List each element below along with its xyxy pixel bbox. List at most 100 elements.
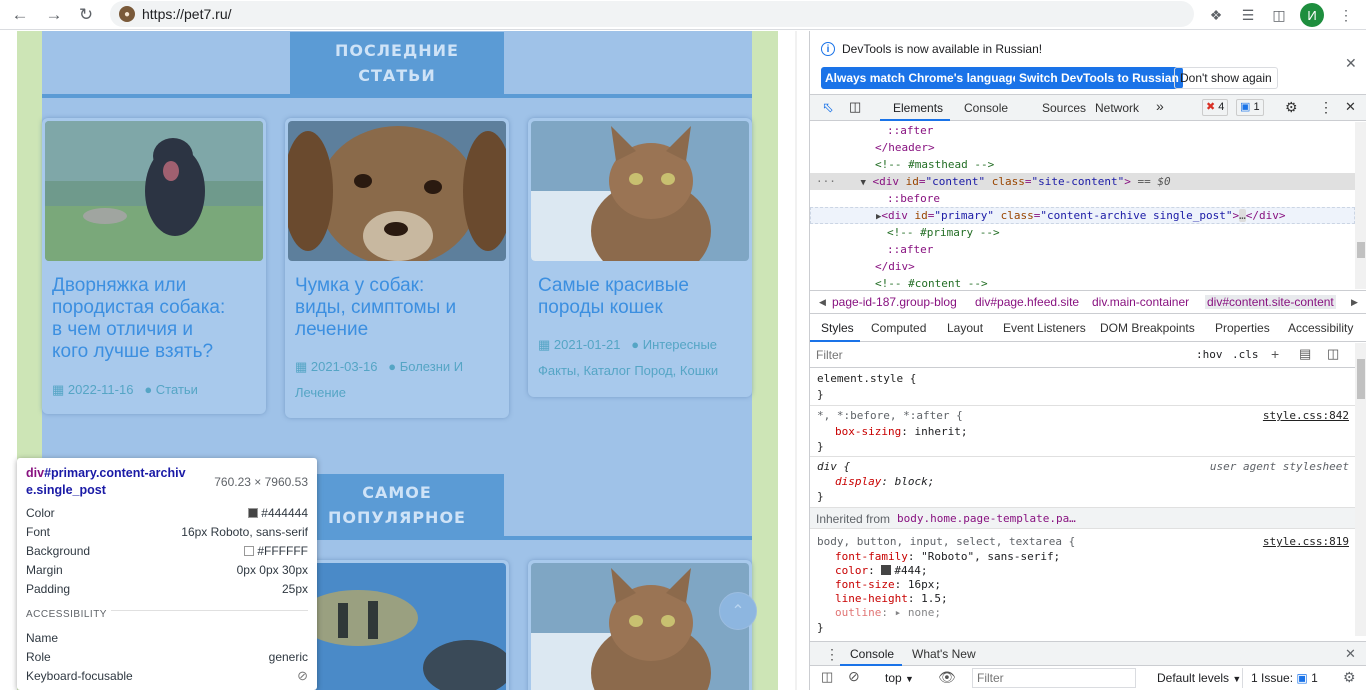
paint-brush-icon[interactable]: ▤ (1299, 346, 1311, 362)
rule-declaration[interactable]: display: block; (835, 474, 934, 489)
clear-console-icon[interactable]: ⊘ (848, 668, 860, 685)
dom-node[interactable]: ::before (810, 190, 1355, 207)
article-category-cont[interactable]: Факты, Каталог Пород, Кошки (538, 363, 718, 378)
page-scrollbar[interactable] (795, 31, 797, 690)
article-category[interactable]: Статьи (156, 382, 198, 397)
breadcrumb-item[interactable]: div.main-container (1092, 295, 1189, 309)
dom-node[interactable]: ::after (810, 122, 1355, 139)
inspect-element-icon[interactable]: ⬁ (822, 99, 834, 116)
tab-layout[interactable]: Layout (947, 321, 983, 335)
article-card[interactable]: Дворняжка или породистая собака: в чем о… (42, 118, 266, 414)
close-infobar-icon[interactable]: ✕ (1345, 55, 1357, 72)
article-category[interactable]: Интересные (643, 337, 717, 352)
breadcrumb-right-arrow-icon[interactable]: ▶ (1351, 297, 1358, 308)
tab-event-listeners[interactable]: Event Listeners (1003, 321, 1086, 335)
issues-counter[interactable]: 1 Issue: ▣ 1 (1242, 668, 1318, 688)
tab-dom-breakpoints[interactable]: DOM Breakpoints (1100, 321, 1195, 335)
styles-filter-input[interactable] (816, 345, 1186, 365)
drawer-tab-whats-new[interactable]: What's New (912, 647, 976, 661)
article-image[interactable] (45, 121, 263, 261)
breadcrumb-item[interactable]: page-id-187.group-blog (832, 295, 957, 309)
article-title[interactable]: Дворняжка или породистая собака: в чем о… (52, 275, 225, 363)
dom-scrollbar[interactable] (1355, 122, 1366, 289)
article-image[interactable] (531, 121, 749, 261)
close-devtools-icon[interactable]: ✕ (1345, 99, 1356, 115)
close-drawer-icon[interactable]: ✕ (1345, 646, 1356, 662)
profile-avatar[interactable]: И (1300, 3, 1324, 27)
settings-gear-icon[interactable]: ⚙ (1285, 99, 1298, 116)
dom-node[interactable]: </header> (810, 139, 1355, 156)
dont-show-again-button[interactable]: Don't show again (1174, 67, 1278, 89)
tab-accessibility[interactable]: Accessibility (1288, 321, 1353, 335)
address-bar[interactable]: ● https://pet7.ru/ (110, 1, 1194, 27)
rule-declaration[interactable]: box-sizing: inherit; (835, 424, 967, 439)
back-arrow-icon[interactable]: ← (10, 5, 30, 25)
rule-source-link[interactable]: style.css:819 (1263, 534, 1349, 549)
article-card[interactable] (285, 560, 509, 690)
device-toolbar-icon[interactable]: ◫ (849, 99, 861, 115)
article-category[interactable]: Болезни И (400, 359, 463, 374)
article-card[interactable]: Чумка у собак: виды, симптомы и лечение … (285, 118, 509, 418)
tab-sources[interactable]: Sources (1042, 101, 1086, 115)
article-title[interactable]: Самые красивые породы кошек (538, 275, 689, 319)
rule-declaration[interactable]: line-height: 1.5; (835, 591, 948, 606)
article-title[interactable]: Чумка у собак: виды, симптомы и лечение (295, 275, 456, 341)
devtools-menu-icon[interactable]: ⋮ (1319, 99, 1333, 116)
log-levels-select[interactable]: Default levels ▼ (1157, 671, 1241, 685)
tab-properties[interactable]: Properties (1215, 321, 1270, 335)
styles-scrollbar-thumb[interactable] (1357, 359, 1365, 399)
side-panel-icon[interactable]: ◫ (1269, 5, 1289, 25)
article-image[interactable] (531, 563, 749, 690)
styles-scrollbar[interactable] (1355, 343, 1366, 636)
live-expression-eye-icon[interactable]: 👁 (938, 669, 956, 686)
article-category-cont[interactable]: Лечение (295, 385, 346, 400)
dom-node[interactable]: <!-- #content --> (810, 275, 1355, 289)
dom-node-hovered[interactable]: ▶<div id="primary" class="content-archiv… (810, 207, 1355, 224)
cls-toggle[interactable]: .cls (1232, 348, 1259, 361)
scroll-to-top-button[interactable]: ⌃ (719, 592, 757, 630)
rule-declaration[interactable]: font-size: 16px; (835, 577, 941, 592)
article-card[interactable]: Самые красивые породы кошек ▦ 2021-01-21… (528, 118, 752, 397)
always-match-language-button[interactable]: Always match Chrome's language (821, 67, 1024, 89)
reading-list-icon[interactable]: ☰ (1238, 5, 1258, 25)
color-swatch[interactable] (881, 565, 892, 575)
new-style-rule-icon[interactable]: + (1271, 346, 1279, 362)
context-select[interactable]: top ▼ (885, 671, 914, 685)
tab-elements[interactable]: Elements (893, 101, 943, 115)
rule-body-selector[interactable]: body, button, input, select, textarea { (817, 534, 1075, 549)
console-sidebar-icon[interactable]: ◫ (821, 669, 833, 685)
tab-styles[interactable]: Styles (821, 321, 854, 335)
messages-badge[interactable]: ▣ 1 (1236, 99, 1264, 116)
rule-declaration[interactable]: font-family: "Roboto", sans-serif; (835, 549, 1060, 564)
rule-div-selector[interactable]: div { (817, 459, 850, 474)
rule-element-style[interactable]: element.style { (817, 371, 916, 386)
dom-node[interactable]: <!-- #masthead --> (810, 156, 1355, 173)
hov-toggle[interactable]: :hov (1196, 348, 1223, 361)
url-text[interactable]: https://pet7.ru/ (142, 6, 232, 22)
tab-computed[interactable]: Computed (871, 321, 926, 335)
rule-source-link[interactable]: style.css:842 (1263, 408, 1349, 423)
switch-to-russian-button[interactable]: Switch DevTools to Russian (1015, 67, 1183, 89)
drawer-tab-console[interactable]: Console (850, 647, 894, 661)
breadcrumb-item-active[interactable]: div#content.site-content (1205, 295, 1336, 309)
tab-network[interactable]: Network (1095, 101, 1139, 115)
console-filter-input[interactable] (972, 668, 1136, 688)
article-card[interactable] (528, 560, 752, 690)
reload-icon[interactable]: ↻ (76, 5, 96, 25)
extensions-puzzle-icon[interactable]: ❖ (1206, 5, 1226, 25)
expanded-triangle-icon[interactable]: ▼ (843, 178, 866, 188)
drawer-menu-icon[interactable]: ⋮ (825, 646, 839, 663)
errors-badge[interactable]: ✖ 4 (1202, 99, 1229, 116)
forward-arrow-icon[interactable]: → (44, 5, 64, 25)
dom-node-selected[interactable]: ··· ▼ <div id="content" class="site-cont… (810, 173, 1355, 190)
breadcrumb-item[interactable]: div#page.hfeed.site (975, 295, 1079, 309)
rule-declaration[interactable]: outline: ▸ none; (835, 605, 941, 620)
collapsed-triangle-icon[interactable]: ▶ (810, 212, 881, 222)
menu-kebab-icon[interactable]: ⋮ (1336, 5, 1356, 25)
console-settings-gear-icon[interactable]: ⚙ (1343, 669, 1356, 686)
dom-node[interactable]: ::after (810, 241, 1355, 258)
inherited-from-link[interactable]: body.home.page-template.pa… (897, 512, 1076, 525)
dom-node[interactable]: <!-- #primary --> (810, 224, 1355, 241)
rule-universal-selector[interactable]: *, *:before, *:after { (817, 408, 963, 423)
rule-declaration[interactable]: color: #444; (835, 563, 928, 578)
